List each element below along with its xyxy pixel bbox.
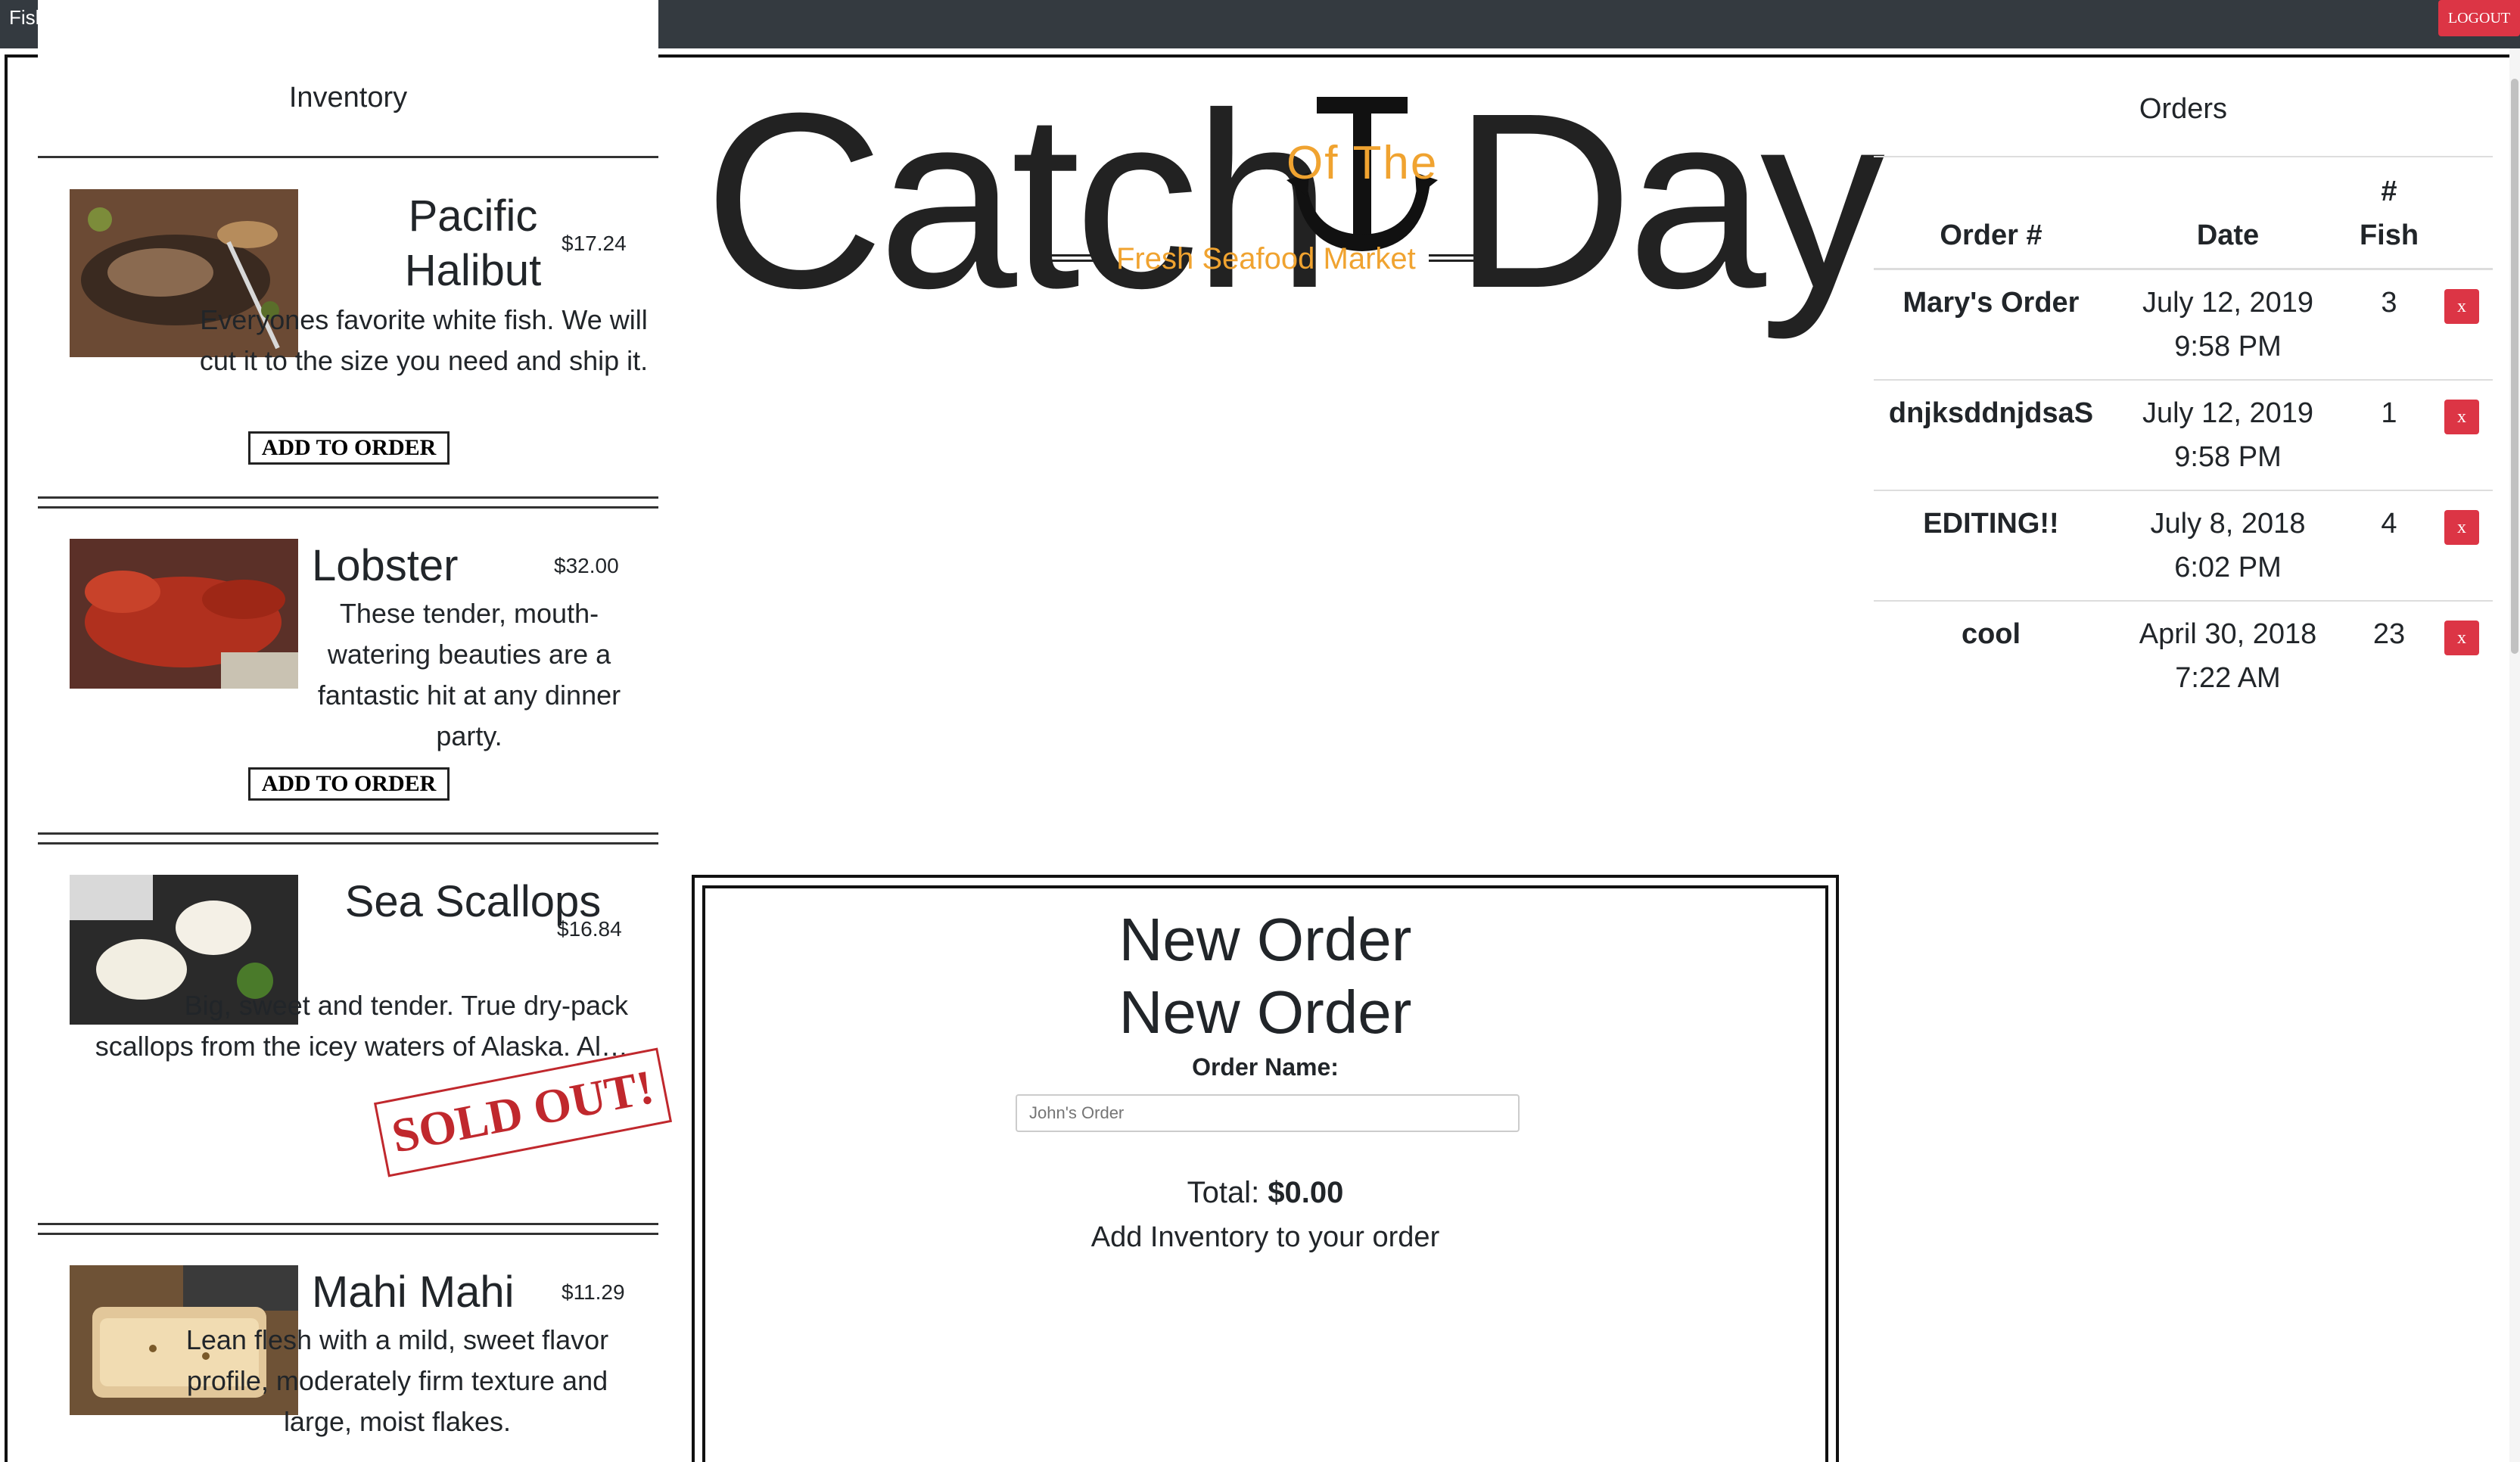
order-row[interactable]: EDITING!! July 8, 2018 6:02 PM 4 x (1874, 490, 2493, 602)
orders-header-row: Order # Date # Fish (1874, 157, 2493, 270)
item-description: Lean flesh with a mild, sweet flavor pro… (185, 1324, 609, 1437)
new-order-panel: New Order New Order Order Name: Total: $… (692, 875, 1839, 1462)
order-row[interactable]: Mary's Order July 12, 2019 9:58 PM 3 x (1874, 269, 2493, 381)
divider (38, 1223, 658, 1235)
add-to-order-button[interactable]: ADD TO ORDER (248, 431, 450, 465)
inventory-list: Inventory Pacific Halibut $17.24 Everyon… (38, 0, 673, 1462)
empty-order-hint: Add Inventory to your order (1090, 1221, 1440, 1253)
item-price: $11.29 (562, 1280, 625, 1304)
column-header-order: Order # (1874, 157, 2108, 270)
order-fish-count: 23 (2372, 618, 2406, 650)
logout-button[interactable]: LOGOUT (2438, 0, 2520, 36)
item-name: Lobster (312, 541, 459, 590)
order-date: July 12, 2019 9:58 PM (2108, 380, 2347, 491)
logo-word-catch: Catch (704, 61, 1332, 340)
catch-of-the-day-logo: Catch Of The Day Fresh Seafood Market (704, 61, 1885, 340)
scrollbar-thumb[interactable] (2511, 79, 2518, 654)
order-actions: x (2431, 380, 2493, 491)
total-label: Total: (1187, 1176, 1260, 1209)
add-to-order-button[interactable]: ADD TO ORDER (248, 767, 450, 801)
divider (38, 156, 658, 158)
delete-order-button[interactable]: x (2444, 289, 2479, 324)
column-header-date: Date (2108, 157, 2347, 270)
order-name[interactable]: cool (1874, 601, 2108, 711)
logo-word-day: Day (1453, 61, 1885, 340)
tagline-rule-right (1429, 254, 1476, 262)
order-fish-count: 4 (2347, 490, 2431, 602)
order-row[interactable]: cool April 30, 2018 7:22 AM 23 x (1874, 601, 2493, 711)
order-date: April 30, 2018 7:22 AM (2108, 601, 2347, 711)
lobster-image (70, 539, 298, 689)
order-date-time: 6:02 PM (2174, 552, 2282, 583)
order-total: Total: $0.00 (705, 1176, 1825, 1210)
order-date-time: 9:58 PM (2174, 331, 2282, 362)
item-price: $16.84 (557, 917, 622, 941)
column-header-fish: # Fish (2347, 157, 2431, 270)
order-date-day: July 8, 2018 (2150, 508, 2306, 540)
tagline-rule-left (1049, 254, 1096, 262)
item-price: $17.24 (562, 232, 627, 255)
item-description: These tender, mouth-watering beauties ar… (317, 598, 621, 751)
order-date-time: 9:58 PM (2174, 441, 2282, 473)
new-order-title: New Order (1118, 906, 1412, 973)
item-price: $32.00 (554, 554, 619, 577)
logo-of-the: Of The (1286, 137, 1439, 189)
orders-table: Order # Date # Fish Mary's Order July 12… (1874, 157, 2493, 711)
item-description: Everyones favorite white fish. We will c… (199, 304, 649, 376)
order-actions: x (2431, 601, 2493, 711)
order-actions: x (2431, 269, 2493, 381)
page-scrollbar[interactable] (2509, 48, 2520, 1462)
order-name[interactable]: dnjksddnjdsaS (1874, 380, 2108, 491)
inventory-heading: Inventory (288, 82, 408, 114)
item-name: Mahi Mahi (312, 1268, 515, 1317)
order-date-day: July 12, 2019 (2142, 287, 2314, 319)
column-header-actions (2431, 157, 2493, 270)
order-name[interactable]: EDITING!! (1874, 490, 2108, 602)
delete-order-button[interactable]: x (2444, 510, 2479, 545)
order-name[interactable]: Mary's Order (1874, 269, 2108, 381)
order-row[interactable]: dnjksddnjdsaS July 12, 2019 9:58 PM 1 x (1874, 380, 2493, 491)
divider (38, 496, 658, 509)
order-fish-count: 3 (2347, 269, 2431, 381)
orders-panel: Orders Order # Date # Fish Mary's Order … (1874, 82, 2493, 711)
delete-order-button[interactable]: x (2444, 400, 2479, 434)
order-date-time: 7:22 AM (2175, 662, 2281, 694)
order-date: July 8, 2018 6:02 PM (2108, 490, 2347, 602)
delete-order-button[interactable]: x (2444, 621, 2479, 655)
orders-title: Orders (1874, 82, 2493, 157)
order-date-day: July 12, 2019 (2142, 397, 2314, 429)
logo-tagline: Fresh Seafood Market (1116, 242, 1416, 275)
order-date: July 12, 2019 9:58 PM (2108, 269, 2347, 381)
order-name-label: Order Name: (1192, 1053, 1339, 1081)
order-fish-count: 1 (2347, 380, 2431, 491)
order-actions: x (2431, 490, 2493, 602)
total-value: $0.00 (1268, 1176, 1344, 1209)
order-date-day: April 30, 2018 (2139, 618, 2317, 650)
order-name-input[interactable] (1016, 1094, 1520, 1132)
divider (38, 832, 658, 845)
new-order-title-secondary: New Order (1118, 978, 1412, 1046)
